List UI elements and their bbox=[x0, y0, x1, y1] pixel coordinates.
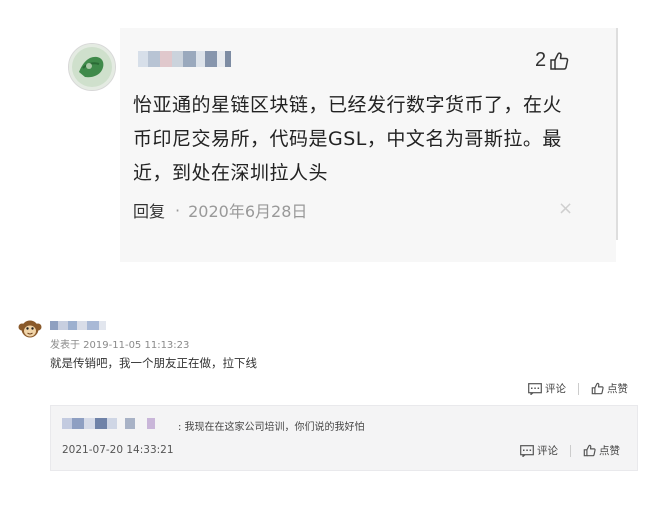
like-button[interactable]: 点赞 bbox=[591, 381, 628, 396]
comment-content: 就是传销吧，我一个朋友正在做，拉下线 bbox=[50, 356, 257, 370]
reply-content: : 我现在在这家公司培训，你们说的我好怕 bbox=[178, 422, 365, 433]
comment-actions: 评论 点赞 bbox=[528, 381, 628, 396]
comment-date: 发表于 2019-11-05 11:13:23 bbox=[50, 340, 190, 351]
reply-date: 2021-07-20 14:33:21 bbox=[62, 444, 174, 456]
thumbs-up-icon bbox=[550, 51, 569, 70]
close-icon[interactable]: × bbox=[558, 198, 573, 219]
comment-label: 评论 bbox=[537, 445, 558, 457]
thumbs-up-icon bbox=[583, 444, 596, 457]
divider bbox=[570, 444, 571, 457]
comment-icon bbox=[528, 382, 542, 395]
reply-box bbox=[50, 405, 638, 471]
thumbs-up-icon bbox=[591, 382, 604, 395]
comment-meta: 回复 · 2020年6月28日 bbox=[133, 198, 307, 222]
like-count: 2 bbox=[535, 49, 547, 71]
comment-date: 2020年6月28日 bbox=[188, 202, 308, 221]
comment-icon bbox=[520, 444, 534, 457]
like-button[interactable]: 2 bbox=[535, 49, 569, 72]
avatar-image bbox=[69, 44, 115, 90]
reply-button[interactable]: 回复 bbox=[133, 198, 165, 222]
reply-username-blurred[interactable] bbox=[62, 417, 155, 429]
username-blurred[interactable] bbox=[50, 321, 106, 330]
comment-content: 怡亚通的星链区块链，已经发行数字货币了，在火币印尼交易所，代码是GSL，中文名为… bbox=[133, 94, 563, 184]
divider bbox=[578, 382, 579, 395]
avatar-monkey-icon[interactable] bbox=[18, 318, 42, 340]
scrollbar-track[interactable] bbox=[616, 28, 618, 240]
like-label: 点赞 bbox=[607, 383, 628, 395]
reply-actions: 评论 点赞 bbox=[520, 443, 620, 458]
like-button[interactable]: 点赞 bbox=[583, 443, 620, 458]
avatar[interactable] bbox=[68, 43, 116, 91]
comment-label: 评论 bbox=[545, 383, 566, 395]
username-blurred[interactable] bbox=[138, 50, 231, 68]
like-label: 点赞 bbox=[599, 445, 620, 457]
separator-dot: · bbox=[175, 200, 181, 220]
comment-button[interactable]: 评论 bbox=[528, 381, 566, 396]
comment-button[interactable]: 评论 bbox=[520, 443, 558, 458]
